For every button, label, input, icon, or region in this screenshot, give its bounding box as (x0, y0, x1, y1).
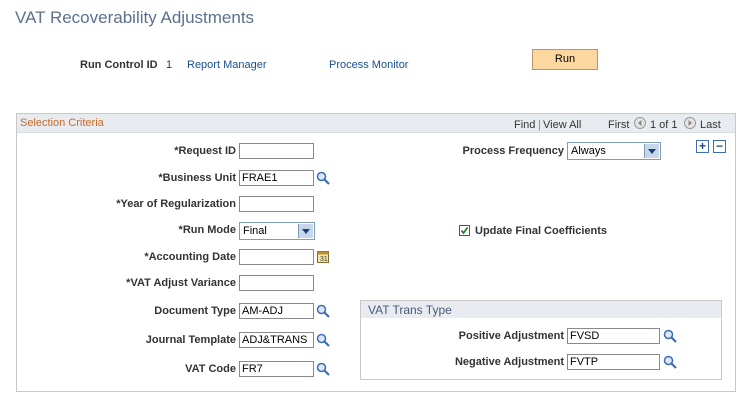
request-id-input[interactable] (239, 143, 314, 159)
positive-adjustment-input[interactable] (567, 328, 660, 344)
accounting-date-input[interactable] (239, 249, 314, 265)
positive-adjustment-lookup-icon[interactable] (663, 329, 677, 343)
journal-template-label: Journal Template (145, 334, 236, 346)
accounting-date-label: *Accounting Date (144, 251, 236, 263)
process-frequency-select[interactable]: Always (567, 142, 661, 160)
vat-code-lookup-icon[interactable] (316, 362, 330, 376)
update-final-coefficients-checkbox[interactable] (459, 225, 470, 236)
vat-adjust-variance-input[interactable] (239, 275, 314, 291)
check-icon (460, 227, 469, 235)
report-manager-link[interactable]: Report Manager (187, 59, 267, 71)
journal-template-lookup-icon[interactable] (316, 333, 330, 347)
year-of-regularization-input[interactable] (239, 196, 314, 212)
negative-adjustment-lookup-icon[interactable] (663, 355, 677, 369)
document-type-input[interactable] (239, 303, 314, 319)
run-mode-select[interactable]: Final (239, 222, 315, 240)
process-frequency-value: Always (571, 145, 606, 157)
vat-code-label: VAT Code (185, 363, 236, 375)
run-mode-value: Final (243, 225, 267, 237)
business-unit-input[interactable] (239, 170, 314, 186)
run-button[interactable]: Run (532, 49, 598, 70)
run-mode-label: *Run Mode (178, 224, 236, 236)
document-type-label: Document Type (154, 305, 236, 317)
run-control-id-label: Run Control ID (80, 59, 158, 71)
vat-code-input[interactable] (239, 361, 314, 377)
chevron-down-icon[interactable] (644, 144, 659, 158)
page-title: VAT Recoverability Adjustments (15, 8, 255, 27)
vat-adjust-variance-label: *VAT Adjust Variance (126, 277, 236, 289)
selection-criteria-title: Selection Criteria (20, 117, 104, 129)
calendar-icon[interactable]: 31 (317, 250, 329, 266)
business-unit-lookup-icon[interactable] (316, 171, 330, 185)
business-unit-label: *Business Unit (158, 172, 236, 184)
request-id-label: *Request ID (174, 145, 236, 157)
year-of-regularization-label: *Year of Regularization (116, 198, 236, 210)
find-link[interactable]: Find (514, 119, 535, 131)
arrow-left-icon[interactable] (634, 117, 646, 132)
process-frequency-label: Process Frequency (462, 145, 565, 157)
svg-text:31: 31 (320, 256, 328, 263)
first-label: First (608, 119, 630, 131)
view-all-link[interactable]: View All (543, 119, 581, 131)
vat-trans-type-title: VAT Trans Type (368, 303, 452, 317)
process-monitor-link[interactable]: Process Monitor (329, 59, 408, 71)
chevron-down-icon[interactable] (298, 224, 313, 238)
add-row-button[interactable]: + (696, 140, 709, 153)
negative-adjustment-label: Negative Adjustment (454, 356, 564, 368)
run-control-id-value: 1 (166, 59, 173, 71)
delete-row-button[interactable]: − (713, 140, 726, 153)
positive-adjustment-label: Positive Adjustment (458, 330, 564, 342)
last-label: Last (700, 119, 721, 131)
update-final-coefficients-label: Update Final Coefficients (475, 225, 608, 237)
journal-template-input[interactable] (239, 332, 314, 348)
arrow-right-icon[interactable] (684, 117, 696, 132)
nav-separator: | (538, 119, 541, 131)
document-type-lookup-icon[interactable] (316, 304, 330, 318)
negative-adjustment-input[interactable] (567, 354, 660, 370)
row-counter: 1 of 1 (650, 119, 678, 131)
